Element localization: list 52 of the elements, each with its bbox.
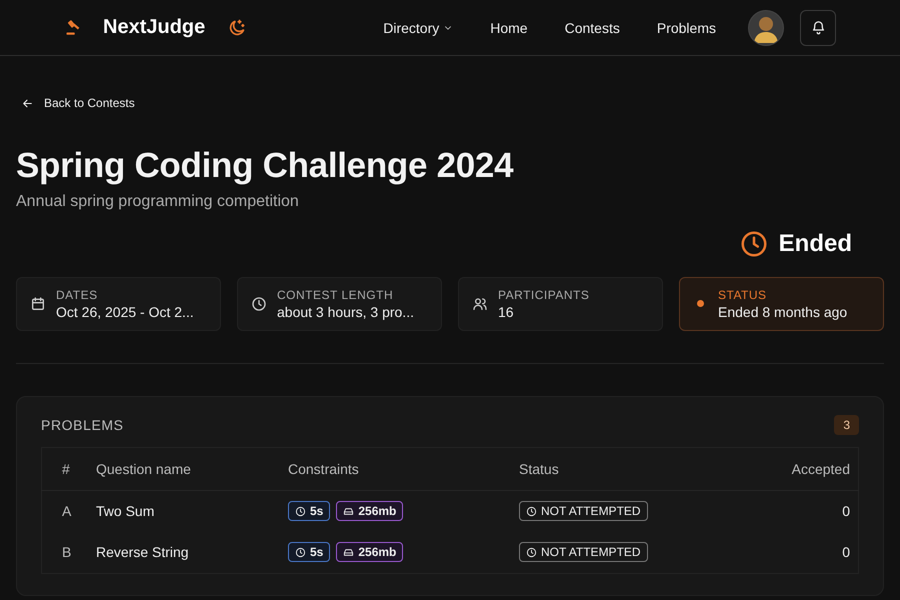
clock-icon bbox=[295, 546, 306, 558]
clock-icon bbox=[251, 296, 267, 312]
nav-link[interactable]: Home bbox=[490, 20, 528, 36]
arrow-left-icon bbox=[21, 96, 34, 110]
back-link[interactable]: Back to Contests bbox=[21, 96, 135, 110]
time-limit-tag: 5s bbox=[288, 501, 330, 521]
memory-limit-tag: 256mb bbox=[336, 542, 404, 562]
table-cell: B bbox=[42, 532, 95, 573]
card-value: Ended 8 months ago bbox=[718, 304, 848, 320]
clock-icon bbox=[295, 506, 306, 516]
column-header: Accepted bbox=[745, 447, 858, 490]
moon-stars-icon[interactable] bbox=[227, 18, 248, 38]
users-icon bbox=[472, 296, 488, 312]
column-header: # bbox=[42, 447, 95, 490]
contest-state-label: Ended bbox=[738, 228, 852, 258]
clock-icon bbox=[526, 506, 537, 516]
drive-icon bbox=[343, 546, 354, 558]
status-dot bbox=[697, 300, 704, 307]
clock-icon bbox=[738, 228, 769, 258]
status-tag: NOT ATTEMPTED bbox=[519, 501, 648, 521]
status-tag: NOT ATTEMPTED bbox=[519, 542, 648, 562]
time-limit-tag: 5s bbox=[288, 542, 330, 562]
card-value: 16 bbox=[498, 304, 515, 320]
nav-link[interactable]: Directory bbox=[383, 20, 454, 36]
card-label: PARTICIPANTS bbox=[498, 288, 590, 302]
column-header: Status bbox=[518, 447, 746, 490]
table-cell: 0 bbox=[745, 532, 858, 573]
clock-icon bbox=[526, 546, 537, 558]
contest-title: Spring Coding Challenge 2024 bbox=[16, 144, 514, 186]
calendar-icon bbox=[30, 296, 46, 312]
nav-link[interactable]: Problems bbox=[656, 20, 716, 36]
problem-link[interactable]: Reverse String bbox=[95, 532, 287, 573]
count-badge: 3 bbox=[834, 414, 859, 434]
nav-link[interactable]: Contests bbox=[564, 20, 620, 36]
problem-link[interactable]: Two Sum bbox=[95, 490, 287, 532]
contest-description: Annual spring programming competition bbox=[16, 192, 300, 210]
card-value: Oct 26, 2025 - Oct 2... bbox=[56, 304, 194, 320]
column-header: Constraints bbox=[287, 447, 518, 490]
avatar[interactable] bbox=[748, 10, 784, 46]
column-header: Question name bbox=[95, 447, 287, 490]
brand-logo[interactable]: NextJudge bbox=[103, 16, 206, 39]
section-title: PROBLEMS bbox=[41, 416, 124, 432]
table-cell: A bbox=[42, 490, 95, 532]
bell-icon bbox=[810, 20, 826, 35]
notifications-button[interactable] bbox=[800, 10, 836, 46]
drive-icon bbox=[343, 506, 354, 516]
memory-limit-tag: 256mb bbox=[336, 501, 404, 521]
card-label: DATES bbox=[56, 288, 99, 302]
card-label: CONTEST LENGTH bbox=[277, 288, 394, 302]
card-label: STATUS bbox=[718, 288, 768, 302]
card-value: about 3 hours, 3 pro... bbox=[277, 304, 414, 320]
table-cell: 0 bbox=[745, 490, 858, 532]
